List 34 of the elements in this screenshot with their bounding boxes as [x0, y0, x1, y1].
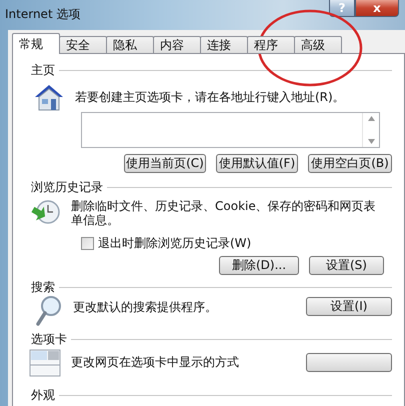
tab[interactable]: 安全 — [59, 36, 107, 54]
scroll-down-icon — [368, 139, 374, 144]
home-page-button[interactable]: 使用空白页(B) — [308, 154, 392, 173]
tabs-settings-button[interactable] — [306, 352, 392, 372]
scroll-up-icon — [368, 116, 374, 121]
description-text: 若要创建主页选项卡，请在各地址行键入地址(R)。 — [75, 90, 345, 104]
section-heading: 外观 — [31, 386, 55, 404]
section-heading: 浏览历史记录 — [31, 178, 103, 196]
checkbox[interactable] — [81, 237, 94, 250]
search-icon — [35, 295, 63, 327]
close-button[interactable]: x — [355, 0, 399, 17]
tab[interactable]: 连接 — [200, 36, 248, 54]
search-settings-button[interactable]: 设置(I) — [306, 296, 392, 316]
section-heading: 选项卡 — [31, 330, 67, 348]
section-heading: 搜索 — [31, 278, 55, 296]
description-text: 更改默认的搜索提供程序。 — [73, 300, 218, 314]
house-icon — [33, 82, 65, 112]
settings-button[interactable]: 设置(S) — [309, 256, 384, 275]
checkbox-label: 退出时删除浏览历史记录(W) — [98, 235, 252, 252]
tab[interactable]: 程序 — [247, 36, 295, 54]
address-field[interactable] — [81, 112, 380, 148]
tabbed-window-icon — [29, 347, 61, 377]
clock-icon — [31, 199, 61, 225]
tab[interactable]: 隐私 — [106, 36, 154, 54]
home-page-button[interactable]: 使用当前页(C) — [124, 154, 206, 173]
tab[interactable]: 高级 — [294, 36, 342, 54]
home-page-button[interactable]: 使用默认值(F) — [216, 154, 298, 173]
delete-button[interactable]: 删除(D)... — [219, 256, 299, 275]
description-text: 删除临时文件、历史记录、Cookie、保存的密码和网页表单信息。 — [71, 199, 376, 227]
section-heading: 主页 — [31, 62, 55, 78]
tab[interactable]: 内容 — [153, 36, 201, 54]
description-text: 更改网页在选项卡中显示的方式 — [71, 355, 240, 369]
window-title: Internet 选项 — [5, 6, 80, 23]
tab[interactable]: 常规 — [12, 33, 60, 54]
